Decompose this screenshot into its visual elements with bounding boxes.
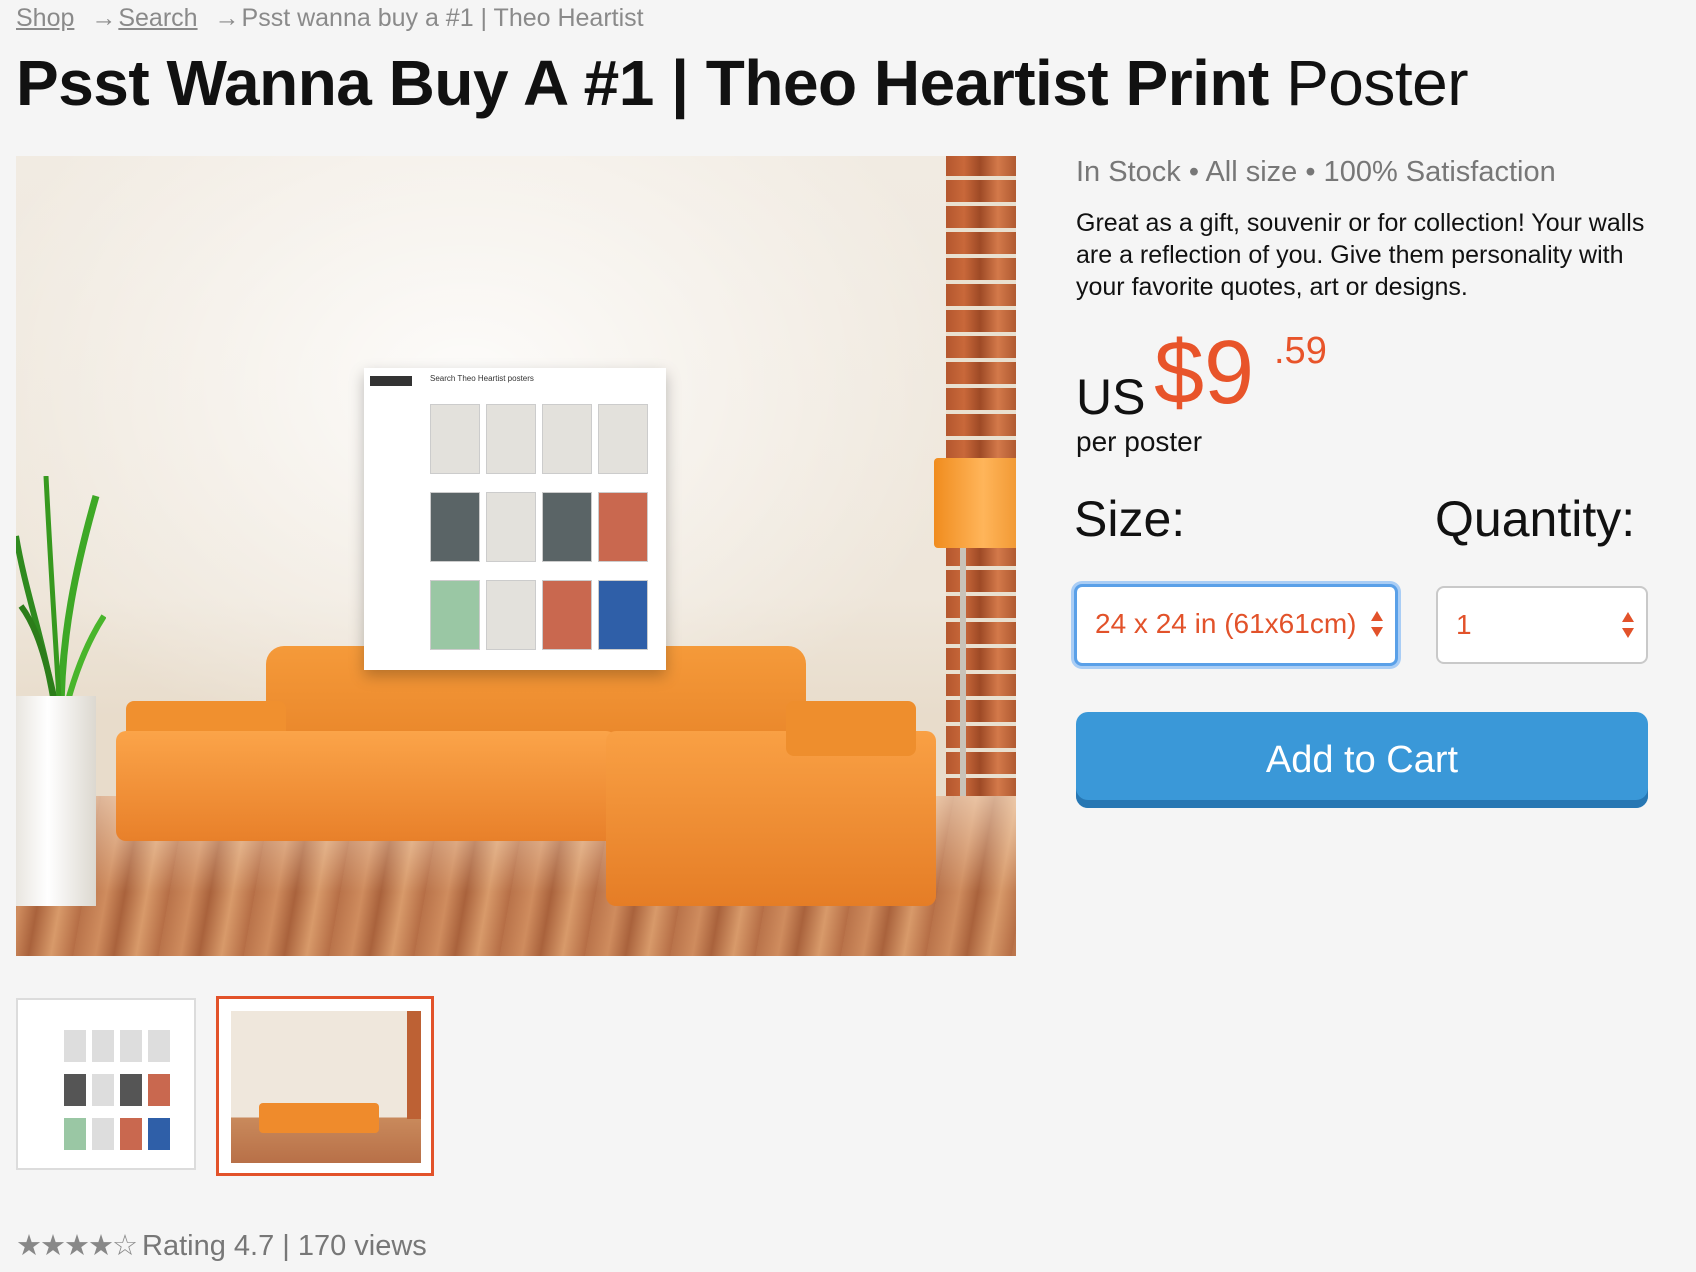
breadcrumb: Shop →Search →Psst wanna buy a #1 | Theo… xyxy=(16,4,644,33)
quantity-select[interactable]: 1 xyxy=(1436,586,1648,664)
quantity-label: Quantity: xyxy=(1435,491,1636,547)
lamp-shade xyxy=(934,458,1016,548)
breadcrumb-shop-link[interactable]: Shop xyxy=(16,4,74,32)
product-info: In Stock • All size • 100% Satisfaction … xyxy=(1076,156,1676,303)
sofa-seat xyxy=(116,731,616,841)
thumb-cell xyxy=(120,1074,142,1106)
poster-cell xyxy=(430,404,480,474)
quantity-select-value: 1 xyxy=(1456,609,1472,640)
poster-cell xyxy=(430,492,480,562)
poster-preview: Search Theo Heartist posters xyxy=(364,368,666,670)
stock-status: In Stock • All size • 100% Satisfaction xyxy=(1076,156,1556,188)
poster-cell xyxy=(486,492,536,562)
thumb-brick xyxy=(407,1011,421,1119)
poster-cell xyxy=(430,580,480,650)
rating: ★★★★☆ Rating 4.7 | 170 views xyxy=(16,1228,427,1263)
page-title-suffix: Poster xyxy=(1286,47,1469,119)
poster-cell xyxy=(542,580,592,650)
select-arrows-icon xyxy=(1371,611,1383,639)
size-select-value: 24 x 24 in (61x61cm) xyxy=(1095,608,1357,639)
sofa-arm-right xyxy=(786,701,916,756)
size-label: Size: xyxy=(1074,491,1186,547)
poster-cell xyxy=(598,404,648,474)
poster-cell xyxy=(486,580,536,650)
breadcrumb-search-link[interactable]: Search xyxy=(118,4,197,32)
thumbnail-poster-image xyxy=(32,1012,180,1156)
plant-image xyxy=(16,476,106,716)
thumbnail-room[interactable] xyxy=(216,996,434,1176)
poster-cell xyxy=(542,492,592,562)
poster-cell xyxy=(598,492,648,562)
thumbnail-poster[interactable] xyxy=(16,998,196,1170)
poster-cell xyxy=(598,580,648,650)
page-title: Psst Wanna Buy A #1 | Theo Heartist Prin… xyxy=(16,46,1469,120)
page-title-main: Psst Wanna Buy A #1 | Theo Heartist Prin… xyxy=(16,47,1269,119)
poster-heading: Search Theo Heartist posters xyxy=(430,374,534,383)
size-select[interactable]: 24 x 24 in (61x61cm) xyxy=(1074,584,1398,666)
thumb-cell xyxy=(148,1030,170,1062)
poster-counter xyxy=(370,376,412,386)
thumb-cell xyxy=(64,1074,86,1106)
thumb-cell xyxy=(92,1074,114,1106)
price-dollars: $9 xyxy=(1154,323,1255,423)
sofa-chaise xyxy=(606,731,936,906)
poster-cell xyxy=(542,404,592,474)
add-to-cart-button[interactable]: Add to Cart xyxy=(1076,712,1648,808)
rating-stars-icon: ★★★★☆ xyxy=(16,1230,138,1262)
thumb-cell xyxy=(120,1118,142,1150)
product-description: Great as a gift, souvenir or for collect… xyxy=(1076,209,1645,301)
product-main-image[interactable]: Search Theo Heartist posters xyxy=(16,156,1016,956)
thumb-sofa xyxy=(259,1103,379,1133)
price-currency: US xyxy=(1076,369,1146,425)
thumbnail-room-image xyxy=(231,1011,421,1163)
breadcrumb-arrow: → xyxy=(91,4,117,32)
select-arrows-icon xyxy=(1622,612,1634,640)
thumb-cell xyxy=(92,1118,114,1150)
thumb-cell xyxy=(120,1030,142,1062)
price-unit: per poster xyxy=(1076,426,1203,457)
breadcrumb-arrow: → xyxy=(214,4,240,32)
thumb-cell xyxy=(148,1118,170,1150)
thumb-cell xyxy=(64,1030,86,1062)
price-cents: .59 xyxy=(1274,330,1327,372)
thumb-cell xyxy=(64,1118,86,1150)
poster-cell xyxy=(486,404,536,474)
plant-pot xyxy=(16,696,96,906)
thumb-cell xyxy=(148,1074,170,1106)
breadcrumb-current: Psst wanna buy a #1 | Theo Heartist xyxy=(241,4,644,32)
thumb-cell xyxy=(92,1030,114,1062)
rating-text: Rating 4.7 | 170 views xyxy=(142,1230,427,1262)
